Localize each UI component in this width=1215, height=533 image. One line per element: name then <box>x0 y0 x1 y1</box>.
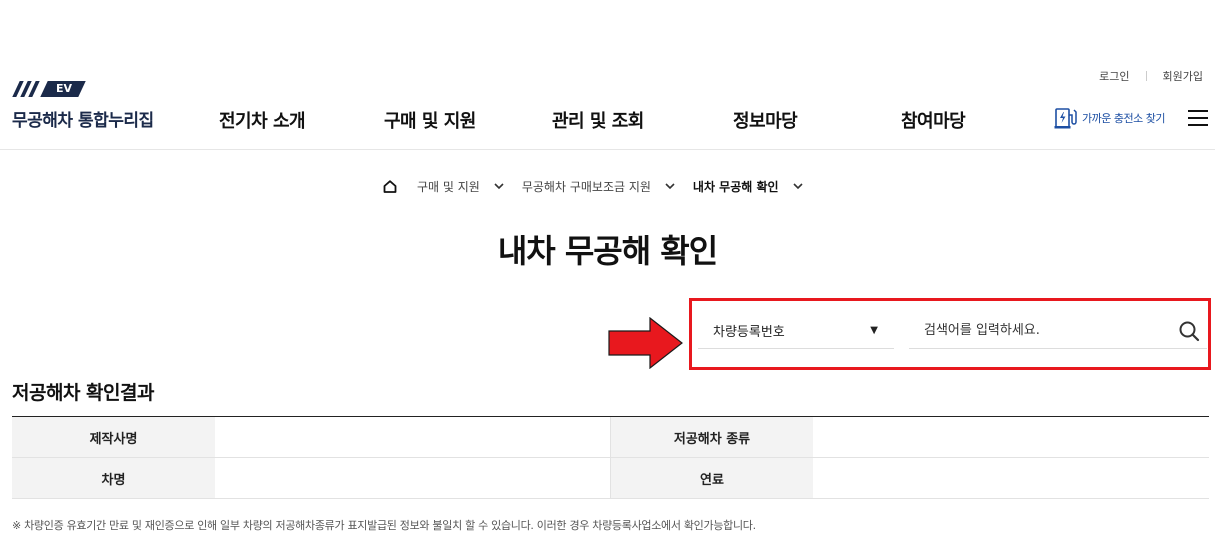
table-header-cell: 저공해차 종류 <box>610 417 813 457</box>
logo-badge: EV <box>12 80 154 98</box>
nav-item-purchase-support[interactable]: 구매 및 지원 <box>384 107 476 133</box>
breadcrumb: 구매 및 지원 무공해차 구매보조금 지원 내차 무공해 확인 <box>383 178 803 195</box>
signup-link[interactable]: 회원가입 <box>1163 68 1203 84</box>
chevron-down-icon <box>494 183 504 190</box>
table-row: 차명 연료 <box>12 458 1209 499</box>
nav-item-info[interactable]: 정보마당 <box>733 107 798 133</box>
table-row: 제작사명 저공해차 종류 <box>12 417 1209 458</box>
table-value-cell <box>813 458 1209 498</box>
charging-station-icon <box>1054 108 1077 129</box>
result-table: 제작사명 저공해차 종류 차명 연료 <box>12 416 1209 499</box>
logo-stripes <box>12 81 42 97</box>
search-type-value: 차량등록번호 <box>713 325 785 340</box>
hamburger-menu-icon[interactable] <box>1188 110 1208 126</box>
search-input[interactable] <box>909 315 1159 346</box>
main-nav: 전기차 소개 구매 및 지원 관리 및 조회 정보마당 참여마당 <box>0 107 1215 133</box>
table-header-cell: 제작사명 <box>12 417 215 457</box>
search-field <box>909 313 1207 349</box>
search-type-select[interactable]: 차량등록번호 ▼ <box>698 313 894 349</box>
nav-item-participation[interactable]: 참여마당 <box>901 107 966 133</box>
table-value-cell <box>813 417 1209 457</box>
home-icon[interactable] <box>383 180 397 193</box>
utility-divider <box>1145 71 1147 81</box>
search-box-highlight: 차량등록번호 ▼ <box>689 298 1211 370</box>
result-section-title: 저공해차 확인결과 <box>12 382 154 404</box>
utility-links: 로그인 회원가입 <box>1099 68 1203 84</box>
chevron-down-icon <box>665 183 675 190</box>
nav-item-manage-lookup[interactable]: 관리 및 조회 <box>552 107 644 133</box>
breadcrumb-item-subsidy[interactable]: 무공해차 구매보조금 지원 <box>522 178 693 195</box>
caret-down-icon: ▼ <box>870 325 878 336</box>
breadcrumb-item-current[interactable]: 내차 무공해 확인 <box>693 178 803 195</box>
station-finder-link[interactable]: 가까운 충전소 찾기 <box>1054 106 1165 130</box>
station-finder-label: 가까운 충전소 찾기 <box>1082 112 1165 125</box>
logo-ev-mark: EV <box>40 81 86 97</box>
table-value-cell <box>215 417 610 457</box>
nav-item-ev-intro[interactable]: 전기차 소개 <box>219 107 306 133</box>
login-link[interactable]: 로그인 <box>1099 68 1129 84</box>
table-header-cell: 차명 <box>12 458 215 498</box>
table-value-cell <box>215 458 610 498</box>
table-header-cell: 연료 <box>610 458 813 498</box>
notice-text: ※ 차량인증 유효기간 만료 및 재인증으로 인해 일부 차량의 저공해차종류가… <box>12 519 756 532</box>
search-icon[interactable] <box>1177 319 1201 343</box>
red-arrow-annotation <box>608 317 683 369</box>
page-title: 내차 무공해 확인 <box>497 232 718 270</box>
chevron-down-icon <box>792 183 803 190</box>
breadcrumb-item-purchase-support[interactable]: 구매 및 지원 <box>417 178 522 195</box>
header-divider <box>0 149 1215 150</box>
